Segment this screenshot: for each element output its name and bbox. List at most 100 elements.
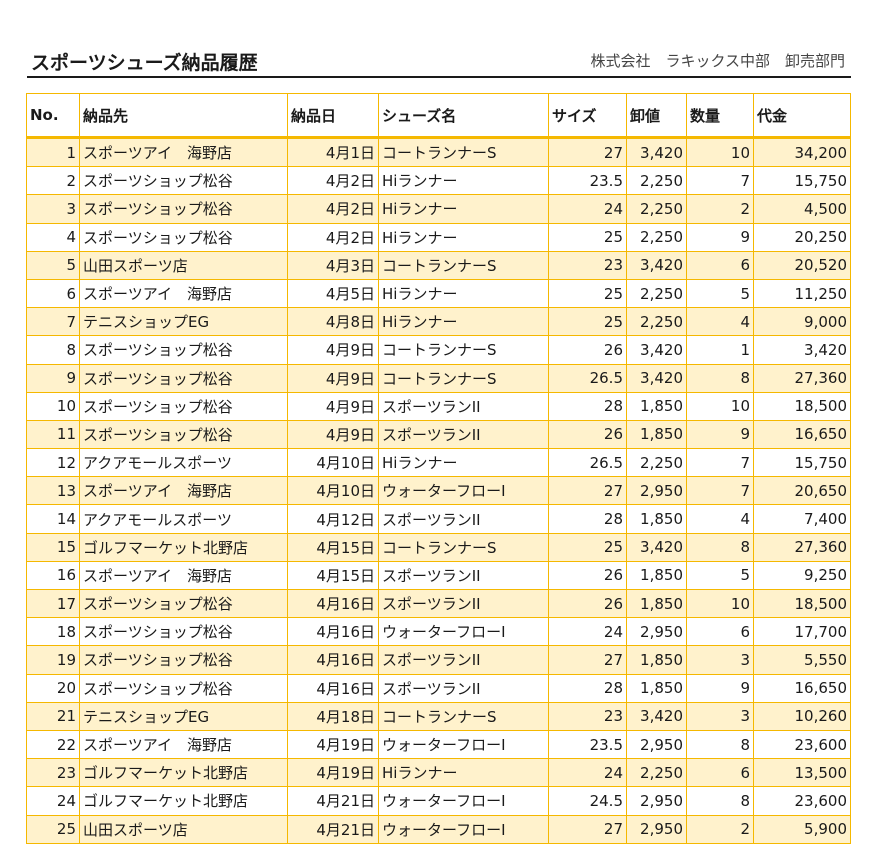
cell-size[interactable]: 23.5 — [548, 729, 627, 760]
cell-quantity[interactable]: 7 — [686, 166, 754, 196]
table-row[interactable]: 13 スポーツアイ 海野店 4月10日 ウォーターフローI 27 2,950 7 20,650 — [26, 476, 851, 506]
cell-customer[interactable]: スポーツショップ松谷 — [79, 617, 288, 647]
cell-amount[interactable]: 20,650 — [753, 476, 851, 506]
table-row[interactable]: 8 スポーツショップ松谷 4月9日 コートランナーS 26 3,420 1 3,420 — [26, 335, 851, 365]
cell-shoe-name[interactable]: スポーツランII — [378, 391, 549, 421]
cell-amount[interactable]: 27,360 — [753, 363, 851, 393]
cell-size[interactable]: 24 — [548, 617, 627, 647]
cell-date[interactable]: 4月15日 — [287, 560, 379, 591]
cell-wholesale-price[interactable]: 3,420 — [626, 701, 687, 731]
cell-shoe-name[interactable]: スポーツランII — [378, 645, 549, 675]
table-row[interactable]: 20 スポーツショップ松谷 4月16日 スポーツランII 28 1,850 9 16,650 — [26, 673, 851, 703]
cell-shoe-name[interactable]: コートランナーS — [378, 363, 549, 393]
cell-no[interactable]: 22 — [26, 729, 80, 760]
cell-date[interactable]: 4月2日 — [287, 194, 379, 224]
cell-quantity[interactable]: 8 — [686, 532, 754, 562]
cell-quantity[interactable]: 10 — [686, 588, 754, 619]
cell-quantity[interactable]: 9 — [686, 419, 754, 450]
cell-amount[interactable]: 7,400 — [753, 504, 851, 534]
cell-wholesale-price[interactable]: 2,250 — [626, 166, 687, 196]
cell-customer[interactable]: スポーツアイ 海野店 — [79, 136, 288, 168]
cell-amount[interactable]: 9,250 — [753, 560, 851, 591]
cell-date[interactable]: 4月2日 — [287, 166, 379, 196]
cell-date[interactable]: 4月10日 — [287, 476, 379, 506]
cell-date[interactable]: 4月9日 — [287, 335, 379, 365]
cell-shoe-name[interactable]: コートランナーS — [378, 250, 549, 280]
cell-wholesale-price[interactable]: 2,250 — [626, 307, 687, 337]
table-row[interactable]: 6 スポーツアイ 海野店 4月5日 Hiランナー 25 2,250 5 11,250 — [26, 278, 851, 309]
cell-customer[interactable]: スポーツショップ松谷 — [79, 194, 288, 224]
column-header-size[interactable]: サイズ — [548, 93, 627, 139]
cell-customer[interactable]: スポーツショップ松谷 — [79, 222, 288, 252]
cell-amount[interactable]: 23,600 — [753, 786, 851, 816]
cell-quantity[interactable]: 6 — [686, 250, 754, 280]
cell-shoe-name[interactable]: ウォーターフローI — [378, 729, 549, 760]
cell-wholesale-price[interactable]: 2,250 — [626, 278, 687, 309]
cell-no[interactable]: 9 — [26, 363, 80, 393]
table-row[interactable]: 4 スポーツショップ松谷 4月2日 Hiランナー 25 2,250 9 20,250 — [26, 222, 851, 252]
table-row[interactable]: 23 ゴルフマーケット北野店 4月19日 Hiランナー 24 2,250 6 13,500 — [26, 758, 851, 788]
cell-customer[interactable]: スポーツショップ松谷 — [79, 673, 288, 703]
cell-customer[interactable]: スポーツショップ松谷 — [79, 166, 288, 196]
cell-date[interactable]: 4月19日 — [287, 729, 379, 760]
cell-date[interactable]: 4月10日 — [287, 448, 379, 478]
cell-amount[interactable]: 20,250 — [753, 222, 851, 252]
cell-size[interactable]: 27 — [548, 476, 627, 506]
cell-amount[interactable]: 4,500 — [753, 194, 851, 224]
cell-customer[interactable]: テニスショップEG — [79, 701, 288, 731]
cell-size[interactable]: 27 — [548, 814, 627, 844]
cell-date[interactable]: 4月8日 — [287, 307, 379, 337]
cell-amount[interactable]: 9,000 — [753, 307, 851, 337]
cell-customer[interactable]: スポーツアイ 海野店 — [79, 729, 288, 760]
cell-amount[interactable]: 13,500 — [753, 758, 851, 788]
cell-no[interactable]: 21 — [26, 701, 80, 731]
cell-shoe-name[interactable]: Hiランナー — [378, 448, 549, 478]
table-row[interactable]: 25 山田スポーツ店 4月21日 ウォーターフローI 27 2,950 2 5,900 — [26, 814, 851, 844]
cell-size[interactable]: 28 — [548, 673, 627, 703]
cell-size[interactable]: 26 — [548, 335, 627, 365]
table-row[interactable]: 12 アクアモールスポーツ 4月10日 Hiランナー 26.5 2,250 7 15,750 — [26, 448, 851, 478]
cell-customer[interactable]: スポーツショップ松谷 — [79, 419, 288, 450]
cell-customer[interactable]: アクアモールスポーツ — [79, 504, 288, 534]
cell-date[interactable]: 4月9日 — [287, 391, 379, 421]
cell-shoe-name[interactable]: Hiランナー — [378, 278, 549, 309]
cell-date[interactable]: 4月16日 — [287, 673, 379, 703]
cell-customer[interactable]: スポーツショップ松谷 — [79, 588, 288, 619]
cell-no[interactable]: 5 — [26, 250, 80, 280]
cell-size[interactable]: 28 — [548, 504, 627, 534]
cell-quantity[interactable]: 6 — [686, 617, 754, 647]
table-row[interactable]: 10 スポーツショップ松谷 4月9日 スポーツランII 28 1,850 10 18,500 — [26, 391, 851, 421]
cell-quantity[interactable]: 8 — [686, 729, 754, 760]
cell-size[interactable]: 26 — [548, 560, 627, 591]
cell-customer[interactable]: テニスショップEG — [79, 307, 288, 337]
cell-customer[interactable]: ゴルフマーケット北野店 — [79, 758, 288, 788]
cell-customer[interactable]: スポーツショップ松谷 — [79, 335, 288, 365]
cell-wholesale-price[interactable]: 3,420 — [626, 335, 687, 365]
cell-date[interactable]: 4月1日 — [287, 136, 379, 168]
cell-no[interactable]: 14 — [26, 504, 80, 534]
table-row[interactable]: 9 スポーツショップ松谷 4月9日 コートランナーS 26.5 3,420 8 27,360 — [26, 363, 851, 393]
cell-customer[interactable]: アクアモールスポーツ — [79, 448, 288, 478]
table-row[interactable]: 24 ゴルフマーケット北野店 4月21日 ウォーターフローI 24.5 2,950 8 23,… — [26, 786, 851, 816]
cell-date[interactable]: 4月9日 — [287, 363, 379, 393]
cell-customer[interactable]: スポーツアイ 海野店 — [79, 278, 288, 309]
cell-size[interactable]: 26.5 — [548, 448, 627, 478]
cell-wholesale-price[interactable]: 2,950 — [626, 729, 687, 760]
cell-shoe-name[interactable]: Hiランナー — [378, 758, 549, 788]
cell-amount[interactable]: 5,900 — [753, 814, 851, 844]
cell-wholesale-price[interactable]: 2,950 — [626, 814, 687, 844]
cell-no[interactable]: 23 — [26, 758, 80, 788]
cell-wholesale-price[interactable]: 2,250 — [626, 758, 687, 788]
cell-size[interactable]: 23.5 — [548, 166, 627, 196]
cell-wholesale-price[interactable]: 1,850 — [626, 560, 687, 591]
cell-shoe-name[interactable]: Hiランナー — [378, 307, 549, 337]
cell-size[interactable]: 26 — [548, 419, 627, 450]
column-header-shoe-name[interactable]: シューズ名 — [378, 93, 549, 139]
cell-shoe-name[interactable]: ウォーターフローI — [378, 786, 549, 816]
cell-date[interactable]: 4月2日 — [287, 222, 379, 252]
cell-size[interactable]: 27 — [548, 136, 627, 168]
column-header-quantity[interactable]: 数量 — [686, 93, 754, 139]
cell-no[interactable]: 25 — [26, 814, 80, 844]
cell-shoe-name[interactable]: コートランナーS — [378, 335, 549, 365]
cell-amount[interactable]: 18,500 — [753, 588, 851, 619]
